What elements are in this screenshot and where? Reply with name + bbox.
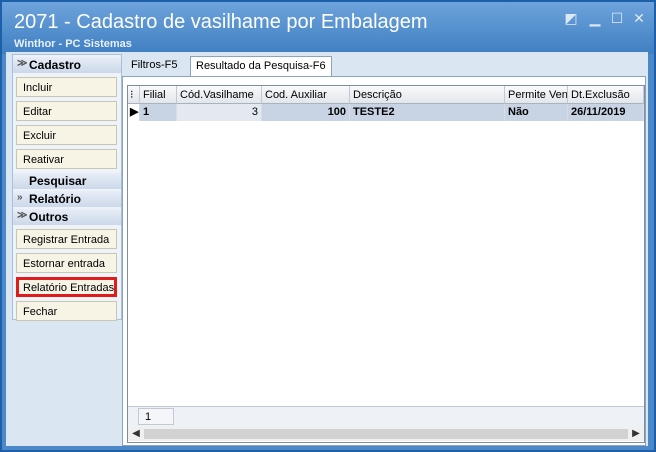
scroll-left-icon[interactable]: ◀	[129, 427, 143, 441]
group-pesquisar[interactable]: Pesquisar	[13, 173, 121, 189]
maximize-icon[interactable]: ☐	[608, 9, 626, 27]
column-header[interactable]: Cód.Vasilhame	[177, 86, 262, 104]
column-header[interactable]: Dt.Exclusão	[568, 86, 644, 104]
table-cell[interactable]: Não	[505, 104, 568, 121]
results-grid: ⁝ Filial Cód.Vasilhame Cod. Auxiliar Des…	[127, 85, 645, 443]
tab-resultado[interactable]: Resultado da Pesquisa-F6	[190, 56, 332, 76]
grid-footer: 1	[128, 406, 644, 427]
group-label: Pesquisar	[29, 174, 87, 188]
editar-button[interactable]: Editar	[16, 101, 117, 121]
excluir-button[interactable]: Excluir	[16, 125, 117, 145]
client-area: ≫ Cadastro Incluir Editar Excluir Reativ…	[6, 52, 648, 446]
relatorio-entradas-button[interactable]: Relatório Entradas	[16, 277, 117, 297]
row-pointer-icon: ▶	[128, 104, 140, 121]
column-header[interactable]: Permite Vend	[505, 86, 568, 104]
record-count: 1	[138, 408, 174, 425]
table-cell[interactable]: 100	[262, 104, 350, 121]
close-icon[interactable]: ✕	[630, 9, 648, 27]
chevron-up-icon: ≫	[17, 58, 28, 69]
row-indicator-header: ⁝	[128, 86, 140, 104]
title-bar: 2071 - Cadastro de vasilhame por Embalag…	[2, 2, 654, 54]
group-cadastro[interactable]: ≫ Cadastro	[13, 57, 121, 73]
fechar-button[interactable]: Fechar	[16, 301, 117, 321]
restore-icon[interactable]: ◩	[562, 9, 580, 27]
column-header[interactable]: Cod. Auxiliar	[262, 86, 350, 104]
table-cell[interactable]: 3	[177, 104, 262, 121]
table-cell[interactable]: 26/11/2019	[568, 104, 644, 121]
reativar-button[interactable]: Reativar	[16, 149, 117, 169]
column-header[interactable]: Filial	[140, 86, 177, 104]
window-subtitle: Winthor - PC Sistemas	[14, 38, 132, 50]
group-outros[interactable]: ≫ Outros	[13, 209, 121, 225]
registrar-entrada-button[interactable]: Registrar Entrada	[16, 229, 117, 249]
group-label: Outros	[29, 210, 69, 224]
scroll-thumb[interactable]	[144, 429, 628, 439]
chevron-up-icon: ≫	[17, 210, 28, 221]
table-cell[interactable]: TESTE2	[350, 104, 505, 121]
group-label: Relatório	[29, 192, 82, 206]
minimize-icon[interactable]: ▁	[586, 9, 604, 27]
app-window: 2071 - Cadastro de vasilhame por Embalag…	[0, 0, 656, 452]
incluir-button[interactable]: Incluir	[16, 77, 117, 97]
results-panel: ⁝ Filial Cód.Vasilhame Cod. Auxiliar Des…	[122, 76, 646, 446]
estornar-entrada-button[interactable]: Estornar entrada	[16, 253, 117, 273]
window-title: 2071 - Cadastro de vasilhame por Embalag…	[14, 11, 428, 33]
column-header[interactable]: Descrição	[350, 86, 505, 104]
horizontal-scrollbar[interactable]: ◀ ▶	[128, 427, 644, 441]
scroll-right-icon[interactable]: ▶	[629, 427, 643, 441]
chevron-down-icon: »	[17, 192, 23, 203]
group-label: Cadastro	[29, 58, 82, 72]
group-relatorio[interactable]: » Relatório	[13, 191, 121, 207]
tab-filtros[interactable]: Filtros-F5	[126, 56, 182, 75]
sidebar: ≫ Cadastro Incluir Editar Excluir Reativ…	[12, 54, 122, 321]
table-cell[interactable]: 1	[140, 104, 177, 121]
